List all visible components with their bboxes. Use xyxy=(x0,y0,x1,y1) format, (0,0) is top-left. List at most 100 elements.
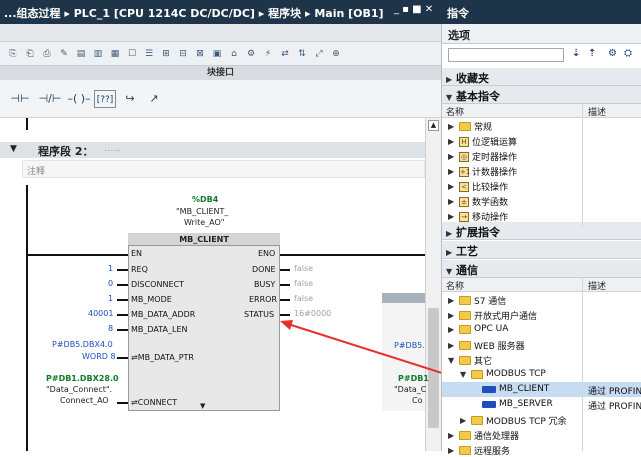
pin-busy: BUSY xyxy=(254,280,276,289)
done-stub xyxy=(280,269,290,271)
basic-column-header: 名称 描述 xyxy=(442,104,641,118)
coil-button[interactable]: –( )– xyxy=(66,90,92,108)
network-title-placeholder: ...... xyxy=(104,144,122,154)
toolbar-icon-19[interactable]: ⤢ xyxy=(312,49,326,59)
options-header[interactable]: 选项 xyxy=(442,24,641,44)
pin-mb-data-addr: MB_DATA_ADDR xyxy=(131,310,196,319)
network-comment-field[interactable]: 注释 xyxy=(22,160,425,178)
toolbar-icon-1[interactable]: ⎘ xyxy=(6,49,20,59)
compare-icon: < xyxy=(459,181,469,192)
tree-item-general[interactable]: ▶ 常规 xyxy=(448,120,492,133)
connect-value-2[interactable]: "Data_Connect". xyxy=(46,385,112,394)
mb-mode-value[interactable]: 1 xyxy=(108,294,113,303)
section-technology[interactable]: ▶ 工艺 xyxy=(442,241,641,259)
tree-item-timers[interactable]: ▶ ◎ 定时器操作 xyxy=(448,150,517,163)
section-extended-instructions[interactable]: ▶ 扩展指令 xyxy=(442,222,641,240)
mb-data-ptr-value-1[interactable]: P#DB5.DBX4.0 xyxy=(52,340,113,349)
open-branch-button[interactable]: ↪ xyxy=(122,90,138,108)
toolbar-icon-16[interactable]: ⚡ xyxy=(261,49,275,59)
tree-item-bit-logic[interactable]: ▶ H 位逻辑运算 xyxy=(448,135,517,148)
tree-item-mb-server[interactable]: MB_SERVER xyxy=(482,399,553,409)
toolbar-icon-18[interactable]: ⇅ xyxy=(295,49,309,59)
toolbar-icon-13[interactable]: ▣ xyxy=(210,49,224,59)
search-down-icon[interactable]: ⇣ xyxy=(572,48,580,59)
toolbar-icon-2[interactable]: ⎗ xyxy=(23,49,37,59)
nc-contact-button[interactable]: ⊣/⊢ xyxy=(36,90,64,108)
function-block-icon xyxy=(482,400,496,408)
collapse-network-icon[interactable]: ▼ xyxy=(10,144,17,154)
pin-disconnect: DISCONNECT xyxy=(131,280,184,289)
disconnect-value[interactable]: 0 xyxy=(108,279,113,288)
options-icon[interactable]: ⚙ xyxy=(608,48,617,59)
expand-block-icon[interactable]: ▼ xyxy=(200,402,205,410)
instruction-search-input[interactable] xyxy=(448,48,564,62)
toolbar-icon-4[interactable]: ✎ xyxy=(57,49,71,59)
col-name: 名称 xyxy=(446,282,465,292)
tree-item-others[interactable]: ▼ 其它 xyxy=(448,354,492,367)
connect-value-1[interactable]: P#DB1.DBX28.0 xyxy=(46,374,119,383)
tree-item-web-server[interactable]: ▶ WEB 服务器 xyxy=(448,339,525,352)
connect-stub xyxy=(117,402,128,404)
mb-data-ptr-stub xyxy=(117,357,128,359)
timer-icon: ◎ xyxy=(459,151,469,162)
counter-icon: +1 xyxy=(459,166,471,177)
connect-value-3[interactable]: Connect_AO xyxy=(60,396,109,405)
mb-data-len-value[interactable]: 8 xyxy=(108,324,113,333)
move-icon: → xyxy=(459,211,469,222)
tree-item-math[interactable]: ▶ ± 数学函数 xyxy=(448,195,508,208)
toolbar-icon-11[interactable]: ⊟ xyxy=(176,49,190,59)
empty-box-button[interactable]: [??] xyxy=(94,90,116,108)
tree-item-opc-ua[interactable]: ▶ OPC UA xyxy=(448,324,508,334)
section-basic-instructions[interactable]: ▼ 基本指令 xyxy=(442,86,641,104)
tree-item-modbus-tcp-redundant[interactable]: ▶ MODBUS TCP 冗余 xyxy=(460,414,567,427)
col-name: 名称 xyxy=(446,108,465,118)
editor-title-breadcrumb: ...组态过程 ▸ PLC_1 [CPU 1214C DC/DC/DC] ▸ 程… xyxy=(0,0,441,24)
editor-vertical-scrollbar[interactable]: ▲ xyxy=(425,118,441,451)
window-controls[interactable]: _ ▪ ■ ✕ xyxy=(394,4,440,20)
req-value[interactable]: 1 xyxy=(108,264,113,273)
folder-icon xyxy=(459,324,471,334)
tree-item-mb-client[interactable]: MB_CLIENT xyxy=(482,384,549,394)
tree-item-modbus-tcp[interactable]: ▼ MODBUS TCP xyxy=(460,369,546,379)
toolbar-icon-3[interactable]: ⎙ xyxy=(40,49,54,59)
mb-data-addr-value[interactable]: 40001 xyxy=(88,309,113,318)
pin-status: STATUS xyxy=(244,310,275,319)
toolbar-icon-15[interactable]: ⚙ xyxy=(244,49,258,59)
close-branch-button[interactable]: ↗ xyxy=(146,90,162,108)
toolbar-icon-20[interactable]: ⊕ xyxy=(329,49,343,59)
folder-open-icon xyxy=(471,369,483,379)
pin-mb-mode: MB_MODE xyxy=(131,295,172,304)
tree-item-counters[interactable]: ▶ +1 计数器操作 xyxy=(448,165,517,178)
mb-client-block[interactable] xyxy=(128,233,280,411)
block-interface-bar[interactable]: 块接口 xyxy=(0,66,441,80)
section-communication[interactable]: ▼ 通信 xyxy=(442,260,641,278)
search-up-icon[interactable]: ⇡ xyxy=(588,48,596,59)
eno-wire xyxy=(280,254,425,256)
network-header[interactable]: ▼ 程序段 2： ...... xyxy=(0,142,425,158)
folder-icon xyxy=(459,296,471,305)
tree-item-s7-comm[interactable]: ▶ S7 通信 xyxy=(448,294,506,307)
tree-item-compare[interactable]: ▶ < 比较操作 xyxy=(448,180,508,193)
tree-item-open-user-comm[interactable]: ▶ 开放式用户通信 xyxy=(448,309,537,322)
toolbar-icon-7[interactable]: ▦ xyxy=(108,49,122,59)
editor-toolbar: ⎘ ⎗ ⎙ ✎ ▤ ▥ ▦ ☐ ☰ ⊞ ⊟ ⊠ ▣ ⌂ ⚙ ⚡ ⇄ ⇅ ⤢ ⊕ xyxy=(0,42,441,66)
toolbar-icon-5[interactable]: ▤ xyxy=(74,49,88,59)
toolbar-icon-10[interactable]: ⊞ xyxy=(159,49,173,59)
en-wire xyxy=(27,254,128,256)
toolbar-icon-12[interactable]: ⊠ xyxy=(193,49,207,59)
settings-icon[interactable]: ⛭ xyxy=(624,48,632,59)
tree-item-comm-processor[interactable]: ▶ 通信处理器 xyxy=(448,429,519,442)
toolbar-icon-6[interactable]: ▥ xyxy=(91,49,105,59)
toolbar-icon-14[interactable]: ⌂ xyxy=(227,49,241,59)
scroll-up-icon[interactable]: ▲ xyxy=(428,120,439,131)
function-block-icon xyxy=(482,385,496,393)
mb-server-desc: 通过 PROFIN xyxy=(588,402,641,412)
section-favorites[interactable]: ▶ 收藏夹 xyxy=(442,68,641,86)
toolbar-icon-17[interactable]: ⇄ xyxy=(278,49,292,59)
toolbar-icon-8[interactable]: ☐ xyxy=(125,49,139,59)
mb-data-ptr-value-2[interactable]: WORD 8 xyxy=(82,352,116,361)
folder-open-icon xyxy=(459,356,471,365)
no-contact-button[interactable]: ⊣⊢ xyxy=(8,90,32,108)
toolbar-icon-9[interactable]: ☰ xyxy=(142,49,156,59)
instance-db-name-2: Write_AO" xyxy=(184,218,225,227)
